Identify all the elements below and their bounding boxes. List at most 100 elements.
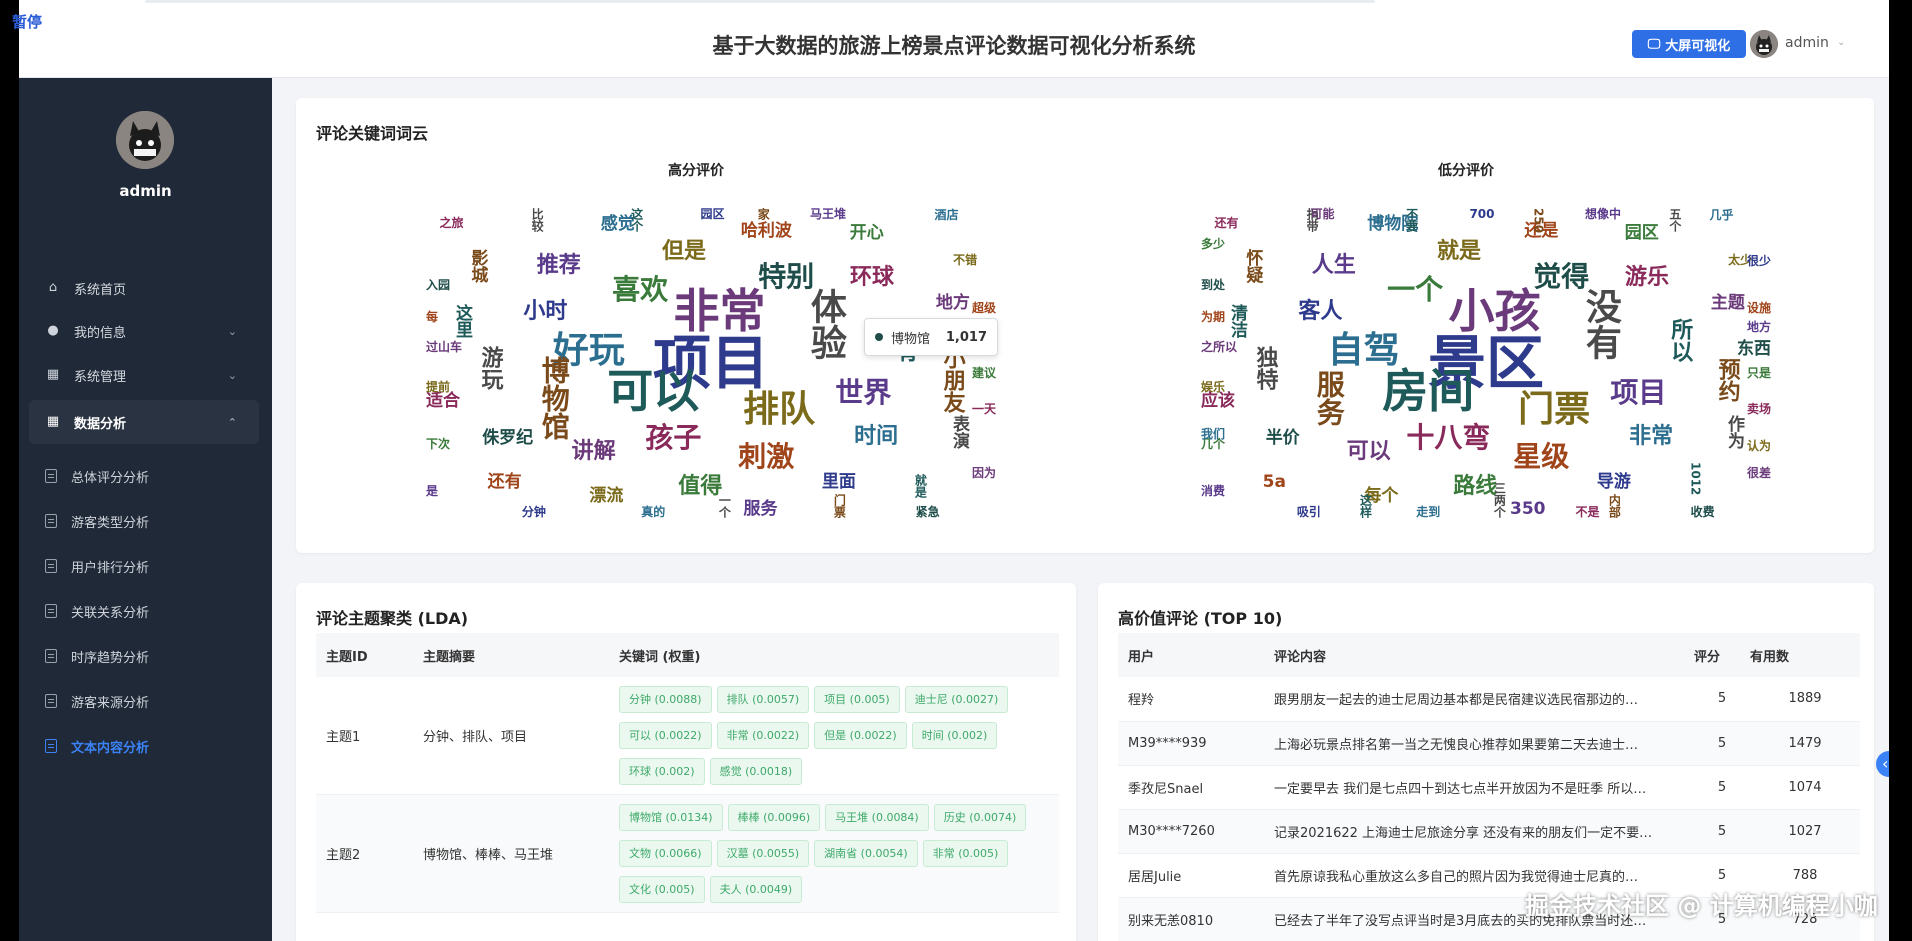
wordcloud-word[interactable]: 过山车	[426, 341, 462, 353]
wordcloud-word[interactable]: 几乎	[1709, 209, 1733, 221]
wordcloud-word[interactable]: 开心	[850, 225, 884, 242]
wordcloud-word[interactable]: 主题	[1711, 294, 1745, 312]
wordcloud-word[interactable]: 没有	[1580, 288, 1621, 360]
wordcloud-word[interactable]: 一个	[717, 494, 731, 518]
wordcloud-word[interactable]: 5a	[1263, 473, 1286, 491]
wordcloud-word[interactable]: 表演	[949, 415, 969, 449]
wordcloud-word[interactable]: 内部	[1607, 494, 1621, 518]
collapse-handle[interactable]	[1876, 751, 1889, 777]
wordcloud-word[interactable]: 走到	[1416, 506, 1440, 518]
table-row[interactable]: 季孜尼Snael 一定要早去 我们是七点四十到达七点半开放因为不是旺季 所以… 5 1…	[1118, 765, 1860, 810]
wordcloud-word[interactable]: 推荐	[537, 254, 581, 277]
wordcloud-word[interactable]: 星级	[1513, 442, 1569, 471]
wordcloud-word[interactable]: 这个	[630, 208, 644, 232]
wordcloud-word[interactable]: 分钟	[522, 506, 546, 518]
table-row[interactable]: M30****7260 记录2021622 上海迪士尼旅途分享 还没有来的朋友们一…	[1118, 809, 1860, 854]
wordcloud-word[interactable]: 紧急	[916, 506, 940, 518]
wordcloud-word[interactable]: 项目	[1610, 378, 1666, 407]
wordcloud-word[interactable]: 这样	[1358, 494, 1372, 518]
wordcloud-word[interactable]: 设施	[1747, 302, 1771, 314]
wordcloud-word[interactable]: 刺激	[738, 442, 794, 471]
wordcloud-word[interactable]: 家	[756, 208, 770, 220]
wordcloud-word[interactable]: 独特	[1253, 346, 1278, 390]
wordcloud-word[interactable]: 路线	[1453, 475, 1497, 498]
wordcloud-word[interactable]: 消费	[1201, 485, 1225, 497]
wordcloud-word[interactable]: 就是	[1437, 240, 1481, 263]
wordcloud-word[interactable]: 多少	[1201, 238, 1225, 250]
wordcloud-word[interactable]: 五个	[1668, 208, 1682, 232]
sidebar-item-my-info[interactable]: ● 我的信息 ⌄	[29, 309, 259, 353]
wordcloud-word[interactable]: 因为	[972, 467, 996, 479]
wordcloud-word[interactable]: 一天	[972, 403, 996, 415]
wordcloud-word[interactable]: 入园	[426, 279, 450, 291]
wordcloud-word[interactable]: 只是	[1747, 367, 1771, 379]
wordcloud-word[interactable]: 酒店	[934, 209, 958, 221]
wordcloud-word[interactable]: 卖场	[1747, 403, 1771, 415]
wordcloud-word[interactable]: 觉得	[1533, 263, 1589, 291]
submenu-item-user-ranking[interactable]: 用户排行分析	[45, 548, 255, 584]
wordcloud-word[interactable]: 下次	[426, 438, 450, 450]
wordcloud-word[interactable]: 一个	[1387, 276, 1443, 304]
wordcloud-word[interactable]: 应该	[1201, 393, 1235, 410]
submenu-item-visitor-source[interactable]: 游客来源分析	[45, 683, 255, 719]
avatar[interactable]	[1750, 30, 1778, 58]
wordcloud-word[interactable]: 可能	[1310, 208, 1334, 220]
wordcloud-word[interactable]: 园区	[700, 208, 724, 220]
wordcloud-word[interactable]: 门票	[832, 494, 846, 518]
wordcloud-word[interactable]: 这里	[452, 304, 472, 338]
wordcloud-word[interactable]: 还有	[1214, 217, 1238, 229]
wordcloud-word[interactable]: 时间	[854, 426, 898, 448]
submenu-item-visitor-type[interactable]: 游客类型分析	[45, 503, 255, 539]
wordcloud-word[interactable]: 十八弯	[1406, 423, 1490, 452]
wordcloud-word[interactable]: 之所以	[1201, 341, 1237, 353]
wordcloud-word[interactable]: 游玩	[478, 346, 503, 390]
wordcloud-word[interactable]: 半价	[1266, 429, 1300, 447]
wordcloud-word[interactable]: 自驾	[1328, 333, 1400, 369]
wordcloud-word[interactable]: 是	[426, 485, 438, 497]
wordcloud-word[interactable]: 作为	[1724, 415, 1744, 449]
wordcloud-word[interactable]: 人生	[1312, 254, 1356, 277]
wordcloud-word[interactable]: 怀疑	[1242, 249, 1262, 283]
submenu-item-time-trend[interactable]: 时序趋势分析	[45, 638, 255, 674]
wordcloud-word[interactable]: 真的	[641, 506, 665, 518]
wordcloud-word[interactable]: 很差	[1747, 467, 1771, 479]
wordcloud-word[interactable]: 超级	[972, 302, 996, 314]
wordcloud-word[interactable]: 适合	[426, 393, 460, 410]
sidebar-item-home[interactable]: ⌂ 系统首页	[29, 266, 259, 310]
wordcloud-word[interactable]: 世界	[835, 378, 891, 407]
wordcloud-word[interactable]: 收费	[1691, 506, 1715, 518]
wordcloud-word[interactable]: 小时	[523, 300, 567, 323]
wordcloud-word[interactable]: 服务	[1313, 370, 1346, 426]
chevron-down-icon[interactable]: ⌄	[1837, 37, 1845, 48]
high-score-wordcloud[interactable]: 项目可以非常排队好玩体验孩子喜欢世界博物馆特别刺激小时没有讲解但是时间游玩环球值…	[426, 208, 996, 518]
wordcloud-word[interactable]: 想像中	[1585, 208, 1621, 220]
wordcloud-word[interactable]: 小朋友	[940, 347, 965, 413]
wordcloud-word[interactable]: 认为	[1747, 440, 1771, 452]
header-username[interactable]: admin	[1785, 35, 1829, 51]
submenu-item-text-content[interactable]: 文本内容分析	[45, 728, 255, 764]
wordcloud-word[interactable]: 不错	[953, 254, 977, 266]
wordcloud-word[interactable]: 娱乐	[1201, 381, 1225, 393]
wordcloud-word[interactable]: 不要	[1405, 208, 1419, 232]
wordcloud-word[interactable]: 提前	[426, 381, 450, 393]
wordcloud-word[interactable]: 到处	[1201, 279, 1225, 291]
wordcloud-word[interactable]: 影城	[467, 249, 487, 283]
wordcloud-word[interactable]: 游乐	[1625, 266, 1669, 289]
wordcloud-word[interactable]: 吸引	[1297, 506, 1321, 518]
wordcloud-word[interactable]: 侏罗纪	[482, 429, 533, 447]
wordcloud-word[interactable]: 里面	[822, 473, 856, 491]
sidebar-item-data-analysis[interactable]: ▦ 数据分析 ⌃	[29, 400, 259, 444]
submenu-item-association[interactable]: 关联关系分析	[45, 593, 255, 629]
wordcloud-word[interactable]: 讲解	[572, 441, 616, 463]
wordcloud-word[interactable]: 非常	[674, 288, 766, 334]
wordcloud-word[interactable]: 250	[1531, 208, 1545, 233]
wordcloud-word[interactable]: 但是	[662, 240, 706, 263]
wordcloud-word[interactable]: 服务	[743, 501, 777, 518]
wordcloud-word[interactable]: 房间	[1382, 368, 1474, 414]
wordcloud-word[interactable]: 门票	[1518, 392, 1590, 428]
wordcloud-word[interactable]: 小孩	[1449, 288, 1541, 334]
wordcloud-word[interactable]: 预约	[1715, 358, 1740, 402]
submenu-item-overall-rating[interactable]: 总体评分分析	[45, 458, 255, 494]
wordcloud-word[interactable]: 1012	[1688, 462, 1702, 495]
wordcloud-word[interactable]: 体验	[805, 288, 846, 360]
